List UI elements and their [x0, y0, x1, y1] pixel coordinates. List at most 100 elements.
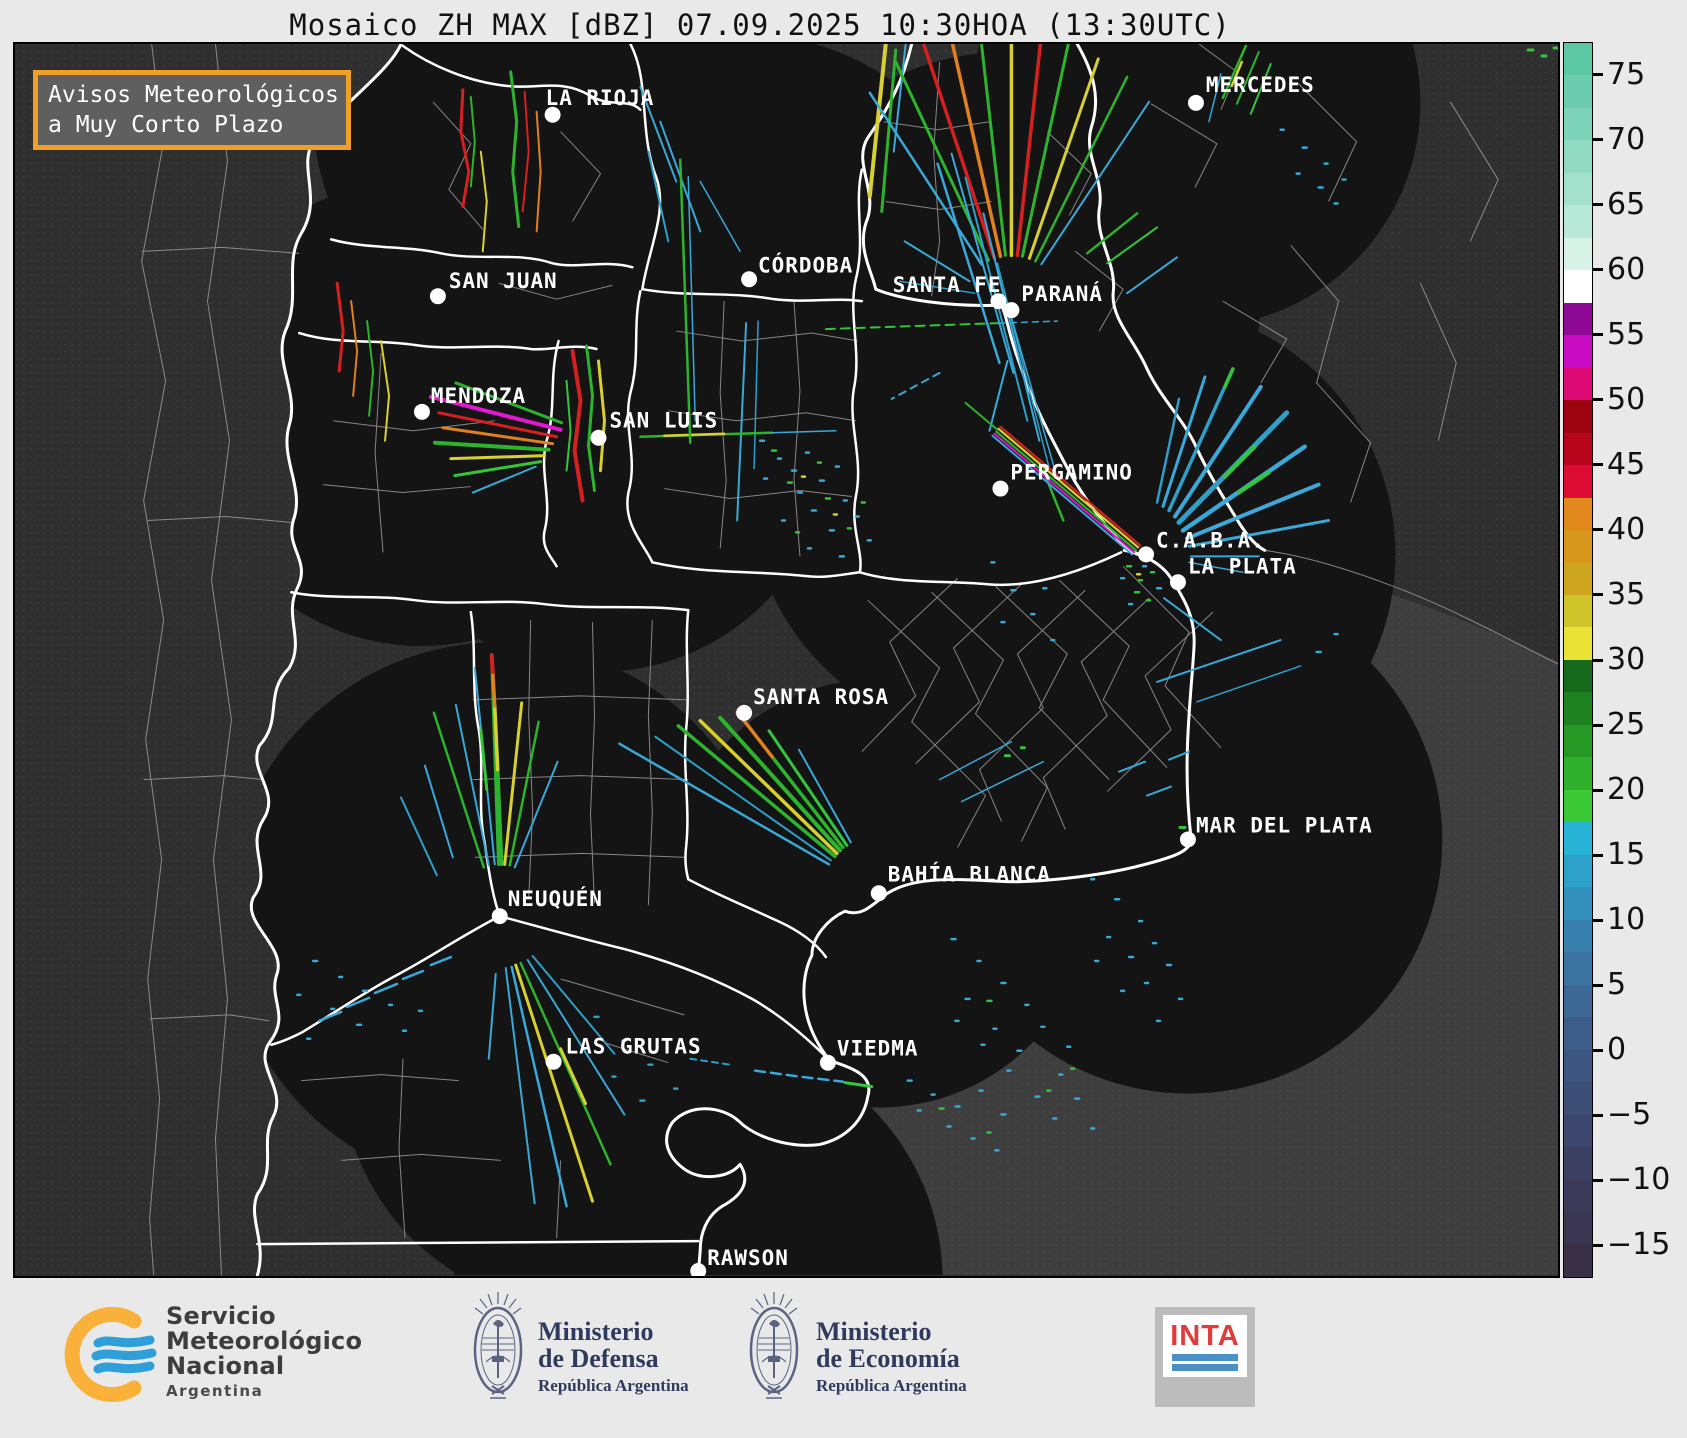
colorbar-tick-mark: [1593, 593, 1603, 596]
warning-line-2: a Muy Corto Plazo: [48, 110, 336, 140]
colorbar-bin: [1564, 595, 1592, 627]
colorbar-tick-label: −10: [1607, 1163, 1687, 1197]
colorbar-tick-label: 10: [1607, 903, 1687, 937]
colorbar-bin: [1564, 757, 1592, 789]
city-label: RAWSON: [707, 1246, 789, 1270]
city-label: SAN LUIS: [609, 409, 718, 433]
city-label: MAR DEL PLATA: [1196, 813, 1373, 837]
colorbar-tick-mark: [1593, 724, 1603, 727]
colorbar-bin: [1564, 952, 1592, 984]
city-dot: [591, 430, 607, 446]
colorbar-tick-label: 65: [1607, 188, 1687, 222]
city-dot: [492, 908, 508, 924]
colorbar-bin: [1564, 822, 1592, 854]
colorbar-tick-mark: [1593, 854, 1603, 857]
colorbar-bin: [1564, 238, 1592, 270]
colorbar-bin: [1564, 1017, 1592, 1049]
colorbar-bin: [1564, 1147, 1592, 1179]
warning-box: Avisos Meteorológicos a Muy Corto Plazo: [33, 70, 351, 150]
warning-line-1: Avisos Meteorológicos: [48, 80, 336, 110]
colorbar-tick-mark: [1593, 203, 1603, 206]
colorbar-bin: [1564, 1082, 1592, 1114]
city-dot: [871, 885, 887, 901]
colorbar-bin: [1564, 75, 1592, 107]
colorbar-tick-label: 15: [1607, 838, 1687, 872]
economia-coat-of-arms-icon: [746, 1288, 802, 1412]
city-dot: [820, 1055, 836, 1071]
colorbar-bin: [1564, 173, 1592, 205]
colorbar-bin: [1564, 855, 1592, 887]
colorbar-tick-label: 25: [1607, 708, 1687, 742]
inta-bar-2: [1172, 1364, 1238, 1371]
colorbar-tick-mark: [1593, 919, 1603, 922]
colorbar-bin: [1564, 1050, 1592, 1082]
city-label: NEUQUÉN: [508, 886, 603, 911]
defensa-line3: República Argentina: [538, 1376, 689, 1396]
city-label: PERGAMINO: [1010, 461, 1132, 485]
dbz-colorbar: [1563, 42, 1593, 1278]
colorbar-tick-mark: [1593, 463, 1603, 466]
colorbar-tick-label: 5: [1607, 968, 1687, 1002]
colorbar-bin: [1564, 43, 1592, 75]
colorbar-bin: [1564, 335, 1592, 367]
colorbar-bin: [1564, 692, 1592, 724]
colorbar-tick-label: 20: [1607, 773, 1687, 807]
colorbar-tick-label: 0: [1607, 1033, 1687, 1067]
inta-wordmark: INTA: [1170, 1321, 1240, 1351]
city-dot: [1170, 574, 1186, 590]
colorbar-bin: [1564, 368, 1592, 400]
smn-line4: Argentina: [166, 1382, 362, 1400]
colorbar-tick-label: 55: [1607, 318, 1687, 352]
colorbar-tick-mark: [1593, 138, 1603, 141]
colorbar-tick-label: 60: [1607, 253, 1687, 287]
city-label: MERCEDES: [1206, 73, 1315, 97]
city-label: VIEDMA: [837, 1037, 919, 1061]
colorbar-tick-mark: [1593, 398, 1603, 401]
colorbar-tick-label: 30: [1607, 643, 1687, 677]
colorbar-tick-label: 45: [1607, 448, 1687, 482]
colorbar-bin: [1564, 140, 1592, 172]
colorbar-tick-label: −15: [1607, 1228, 1687, 1262]
colorbar-bin: [1564, 465, 1592, 497]
city-label: CÓRDOBA: [758, 252, 853, 277]
city-dot: [1003, 302, 1019, 318]
smn-line1: Servicio: [166, 1304, 362, 1329]
colorbar-bin: [1564, 985, 1592, 1017]
defensa-wordmark: Ministerio de Defensa República Argentin…: [538, 1318, 689, 1396]
colorbar-bin: [1564, 498, 1592, 530]
colorbar-tick-mark: [1593, 1114, 1603, 1117]
colorbar-bin: [1564, 400, 1592, 432]
colorbar-tick-mark: [1593, 1244, 1603, 1247]
colorbar-tick-mark: [1593, 659, 1603, 662]
smn-line3: Nacional: [166, 1354, 362, 1379]
smn-line2: Meteorológico: [166, 1329, 362, 1354]
page-title: Mosaico ZH MAX [dBZ] 07.09.2025 10:30HOA…: [0, 8, 1520, 42]
colorbar-bin: [1564, 1244, 1592, 1276]
city-dot: [992, 481, 1008, 497]
city-dot: [1188, 95, 1204, 111]
colorbar-bin: [1564, 1179, 1592, 1211]
city-dot: [741, 271, 757, 287]
colorbar-tick-mark: [1593, 333, 1603, 336]
city-dot: [736, 705, 752, 721]
colorbar-tick-label: −5: [1607, 1098, 1687, 1132]
city-label: LA PLATA: [1188, 554, 1297, 578]
colorbar-tick-mark: [1593, 268, 1603, 271]
colorbar-bin: [1564, 1212, 1592, 1244]
city-label: LAS GRUTAS: [566, 1035, 702, 1059]
city-label: PARANÁ: [1021, 281, 1103, 306]
city-label: BAHÍA BLANCA: [888, 861, 1051, 886]
economia-line2: de Economía: [816, 1345, 967, 1372]
city-label: LA RIOJA: [546, 86, 655, 110]
colorbar-tick-mark: [1593, 1049, 1603, 1052]
colorbar-tick-mark: [1593, 984, 1603, 987]
city-label: SAN JUAN: [449, 269, 558, 293]
colorbar-bin: [1564, 627, 1592, 659]
defensa-line1: Ministerio: [538, 1318, 689, 1345]
colorbar-bin: [1564, 1114, 1592, 1146]
colorbar-tick-mark: [1593, 789, 1603, 792]
radar-mosaic-page: Mosaico ZH MAX [dBZ] 07.09.2025 10:30HOA…: [0, 0, 1687, 1438]
defensa-coat-of-arms-icon: [470, 1288, 526, 1412]
economia-wordmark: Ministerio de Economía República Argenti…: [816, 1318, 967, 1396]
colorbar-tick-label: 40: [1607, 513, 1687, 547]
